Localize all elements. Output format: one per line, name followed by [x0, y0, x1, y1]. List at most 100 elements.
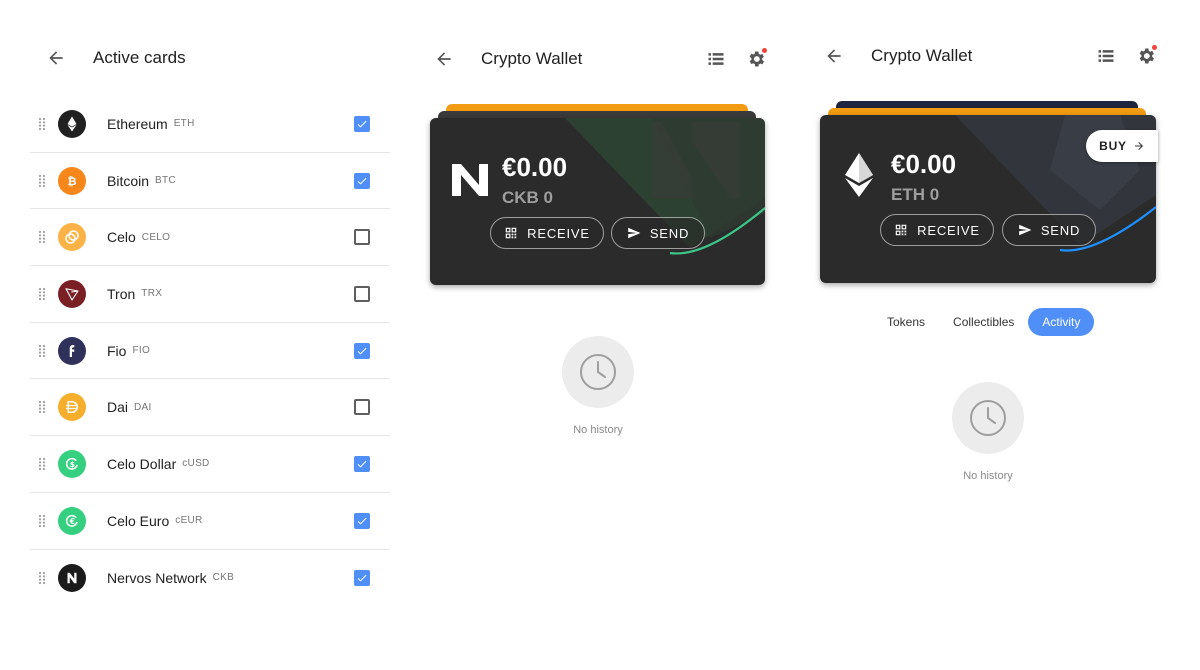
dai-icon [58, 393, 86, 422]
checkbox-celo-euro[interactable] [354, 512, 370, 529]
drag-handle-icon[interactable] [30, 230, 54, 244]
nervos-logo-icon [452, 164, 488, 196]
buy-button[interactable]: BUY [1086, 130, 1158, 162]
send-button[interactable]: SEND [611, 217, 705, 249]
coin-name: Bitcoin [107, 172, 150, 189]
arrow-right-icon [1134, 142, 1143, 150]
checkbox-fio[interactable] [354, 342, 370, 359]
eth-wallet-panel: Crypto Wallet €0.00 ETH 0 RECEIVE SEND B… [810, 0, 1170, 670]
arrow-left-icon [827, 49, 841, 63]
checkbox-tron[interactable] [354, 285, 370, 302]
clock-icon [952, 382, 1024, 454]
page-title: Crypto Wallet [481, 49, 583, 68]
fiat-balance: €0.00 [891, 149, 957, 179]
nervos-icon [58, 563, 86, 592]
active-cards-header: Active cards [30, 38, 390, 78]
drag-handle-icon[interactable] [30, 400, 54, 414]
tron-icon [58, 279, 86, 308]
checkbox-bitcoin[interactable] [354, 172, 370, 189]
drag-handle-icon[interactable] [30, 571, 54, 585]
checkbox-celo-dollar[interactable] [354, 455, 370, 472]
drag-handle-icon[interactable] [30, 117, 54, 131]
send-label: SEND [649, 225, 690, 241]
celo-dollar-icon: $ [58, 449, 86, 478]
list-item-celo[interactable]: Celo CELO [30, 209, 390, 267]
svg-text:€: € [69, 517, 75, 526]
receive-button[interactable]: RECEIVE [490, 217, 604, 249]
coin-symbol: BTC [155, 175, 176, 187]
coin-name: Tron [107, 285, 136, 302]
page-title: Active cards [93, 48, 186, 67]
receive-label: RECEIVE [917, 222, 980, 238]
coin-name: Celo Dollar [107, 455, 177, 472]
settings-button[interactable] [1126, 36, 1166, 76]
check-icon [357, 177, 367, 185]
settings-button[interactable] [736, 39, 776, 79]
header-actions [696, 39, 780, 79]
send-icon [627, 227, 641, 239]
card-decoration [565, 118, 765, 255]
crypto-balance: ETH 0 [891, 185, 940, 204]
fio-icon [58, 336, 86, 365]
list-view-button[interactable] [1086, 36, 1126, 76]
list-item-celo-euro[interactable]: € Celo Euro cEUR [30, 493, 390, 550]
send-button[interactable]: SEND [1002, 214, 1096, 246]
list-item-celo-dollar[interactable]: $ Celo Dollar cUSD [30, 436, 390, 493]
arrow-left-icon [49, 51, 63, 65]
tab-collectibles[interactable]: Collectibles [939, 308, 1028, 336]
ethereum-icon [58, 109, 86, 138]
drag-handle-icon[interactable] [30, 174, 54, 188]
receive-label: RECEIVE [527, 225, 590, 241]
list-item-ethereum[interactable]: Ethereum ETH [30, 96, 390, 153]
back-button[interactable] [420, 39, 468, 79]
coin-symbol: ETH [173, 118, 195, 130]
svg-text:₿: ₿ [67, 174, 76, 187]
coin-name: Celo [107, 229, 136, 246]
drag-handle-icon[interactable] [30, 344, 54, 358]
checkbox-dai[interactable] [354, 399, 370, 416]
checkbox-ethereum[interactable] [354, 115, 370, 132]
qr-code-icon [505, 227, 517, 239]
page-title: Crypto Wallet [871, 46, 973, 65]
celo-euro-icon: € [58, 506, 86, 535]
active-cards-list: Ethereum ETH ₿ Bitcoin BTC Celo CELO Tro… [30, 96, 390, 606]
send-label: SEND [1040, 222, 1081, 238]
back-button[interactable] [810, 36, 858, 76]
tab-activity[interactable]: Activity [1028, 308, 1095, 336]
arrow-left-icon [437, 52, 451, 66]
checkbox-nervos[interactable] [354, 569, 370, 586]
list-view-button[interactable] [696, 39, 736, 79]
receive-button[interactable]: RECEIVE [880, 214, 994, 246]
wallet-header: Crypto Wallet [810, 36, 1170, 76]
drag-handle-icon[interactable] [30, 287, 54, 301]
empty-history-text: No history [573, 424, 623, 436]
ckb-wallet-card[interactable]: €0.00 CKB 0 RECEIVE SEND [430, 118, 765, 285]
send-icon [1018, 224, 1032, 236]
header-actions [1086, 36, 1170, 76]
coin-symbol: TRX [141, 288, 163, 300]
celo-icon [58, 223, 86, 252]
list-item-bitcoin[interactable]: ₿ Bitcoin BTC [30, 153, 390, 210]
coin-symbol: FIO [132, 345, 151, 357]
crypto-balance: CKB 0 [502, 188, 554, 207]
coin-name: Celo Euro [107, 512, 170, 529]
ethereum-logo-icon [845, 153, 873, 197]
list-item-tron[interactable]: Tron TRX [30, 266, 390, 323]
coin-name: Dai [107, 399, 129, 416]
back-button[interactable] [32, 38, 80, 78]
svg-text:$: $ [70, 460, 75, 469]
tab-tokens[interactable]: Tokens [873, 308, 939, 336]
drag-handle-icon[interactable] [30, 514, 54, 528]
list-item-fio[interactable]: Fio FIO [30, 323, 390, 380]
list-item-nervos[interactable]: Nervos Network CKB [30, 550, 390, 607]
checkbox-celo[interactable] [354, 229, 370, 246]
drag-handle-icon[interactable] [30, 457, 54, 471]
list-item-dai[interactable]: Dai DAI [30, 379, 390, 437]
check-icon [357, 120, 367, 128]
check-icon [357, 347, 367, 355]
active-cards-panel: Active cards Ethereum ETH ₿ Bitcoin BTC … [30, 0, 390, 670]
check-icon [357, 517, 367, 525]
qr-code-icon [895, 224, 907, 236]
wallet-tabs: Tokens Collectibles Activity [873, 308, 1095, 336]
notification-dot [1152, 45, 1157, 50]
